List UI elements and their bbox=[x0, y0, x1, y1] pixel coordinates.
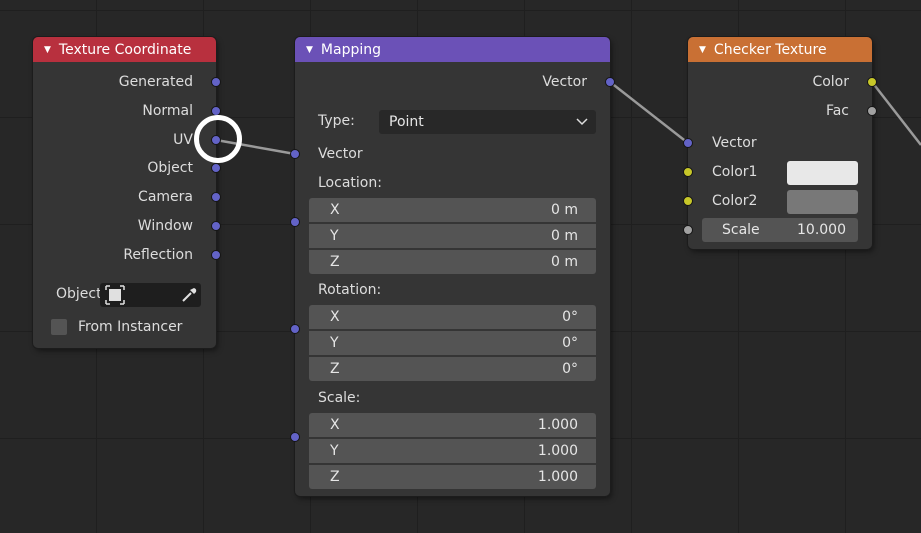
socket-checker-color2-in[interactable] bbox=[683, 196, 693, 206]
mapping-type-label: Type: bbox=[318, 113, 355, 129]
socket-mapping-vector-out[interactable] bbox=[605, 77, 615, 87]
checker-output-color: Color bbox=[812, 74, 849, 90]
checker-texture-header[interactable]: ▼ Checker Texture bbox=[688, 37, 872, 62]
mapping-type-value: Point bbox=[389, 114, 424, 130]
eyedropper-icon[interactable] bbox=[179, 285, 199, 305]
texture-coordinate-header[interactable]: ▼ Texture Coordinate bbox=[33, 37, 216, 62]
mapping-node[interactable]: ▼ Mapping Vector Type: Point Vector Loca… bbox=[295, 37, 610, 496]
mapping-type-dropdown[interactable]: Point bbox=[379, 110, 596, 134]
mapping-output-vector: Vector bbox=[542, 74, 587, 90]
color1-swatch[interactable] bbox=[787, 161, 858, 185]
collapse-arrow-icon[interactable]: ▼ bbox=[306, 45, 313, 55]
checker-texture-node[interactable]: ▼ Checker Texture Color Fac Vector Color… bbox=[688, 37, 872, 249]
location-label: Location: bbox=[318, 175, 382, 191]
location-x-field[interactable]: X0 m bbox=[309, 198, 596, 222]
socket-window[interactable] bbox=[211, 221, 221, 231]
checker-scale-field[interactable]: Scale 10.000 bbox=[702, 218, 858, 242]
scale-x-field[interactable]: X 1.000 bbox=[309, 413, 596, 437]
socket-mapping-vector-in[interactable] bbox=[290, 149, 300, 159]
socket-object[interactable] bbox=[211, 163, 221, 173]
socket-checker-color-out[interactable] bbox=[867, 77, 877, 87]
output-object: Object bbox=[147, 160, 193, 176]
from-instancer-label: From Instancer bbox=[78, 319, 183, 335]
socket-reflection[interactable] bbox=[211, 250, 221, 260]
rotation-y-field[interactable]: Y 0° bbox=[309, 331, 596, 355]
uv-highlight-ring bbox=[194, 115, 242, 163]
scale-label: Scale: bbox=[318, 390, 361, 406]
link-mapping-vector-to-checker-vector bbox=[609, 81, 689, 144]
mapping-header[interactable]: ▼ Mapping bbox=[295, 37, 610, 62]
mapping-input-vector: Vector bbox=[318, 146, 363, 162]
rotation-label: Rotation: bbox=[318, 282, 382, 298]
socket-checker-vector-in[interactable] bbox=[683, 138, 693, 148]
mapping-title: Mapping bbox=[320, 41, 382, 58]
scale-z-field[interactable]: Z 1.000 bbox=[309, 465, 596, 489]
link-checker-color-out bbox=[871, 81, 921, 146]
location-z-field[interactable]: Z0 m bbox=[309, 250, 596, 274]
scale-y-field[interactable]: Y 1.000 bbox=[309, 439, 596, 463]
output-generated: Generated bbox=[118, 74, 193, 90]
output-window: Window bbox=[137, 218, 193, 234]
checker-output-fac: Fac bbox=[825, 103, 849, 119]
color2-swatch[interactable] bbox=[787, 190, 858, 214]
socket-checker-color1-in[interactable] bbox=[683, 167, 693, 177]
output-normal: Normal bbox=[142, 103, 193, 119]
collapse-arrow-icon[interactable]: ▼ bbox=[699, 45, 706, 55]
output-reflection: Reflection bbox=[123, 247, 193, 263]
socket-mapping-rotation-in[interactable] bbox=[290, 324, 300, 334]
output-uv: UV bbox=[173, 132, 193, 148]
rotation-x-field[interactable]: X 0° bbox=[309, 305, 596, 329]
socket-camera[interactable] bbox=[211, 192, 221, 202]
object-icon bbox=[105, 285, 125, 305]
from-instancer-row: From Instancer bbox=[33, 316, 216, 338]
socket-checker-scale-in[interactable] bbox=[683, 225, 693, 235]
socket-generated[interactable] bbox=[211, 77, 221, 87]
socket-mapping-location-in[interactable] bbox=[290, 217, 300, 227]
texture-coordinate-title: Texture Coordinate bbox=[58, 41, 192, 58]
rotation-z-field[interactable]: Z 0° bbox=[309, 357, 596, 381]
checker-input-vector: Vector bbox=[712, 135, 757, 151]
collapse-arrow-icon[interactable]: ▼ bbox=[44, 45, 51, 55]
texture-coordinate-node[interactable]: ▼ Texture Coordinate Generated Normal UV… bbox=[33, 37, 216, 348]
socket-checker-fac-out[interactable] bbox=[867, 106, 877, 116]
location-y-field[interactable]: Y0 m bbox=[309, 224, 596, 248]
checker-texture-title: Checker Texture bbox=[713, 41, 827, 58]
object-label: Object bbox=[56, 286, 102, 302]
output-camera: Camera bbox=[138, 189, 193, 205]
chevron-down-icon bbox=[576, 118, 588, 126]
socket-mapping-scale-in[interactable] bbox=[290, 432, 300, 442]
